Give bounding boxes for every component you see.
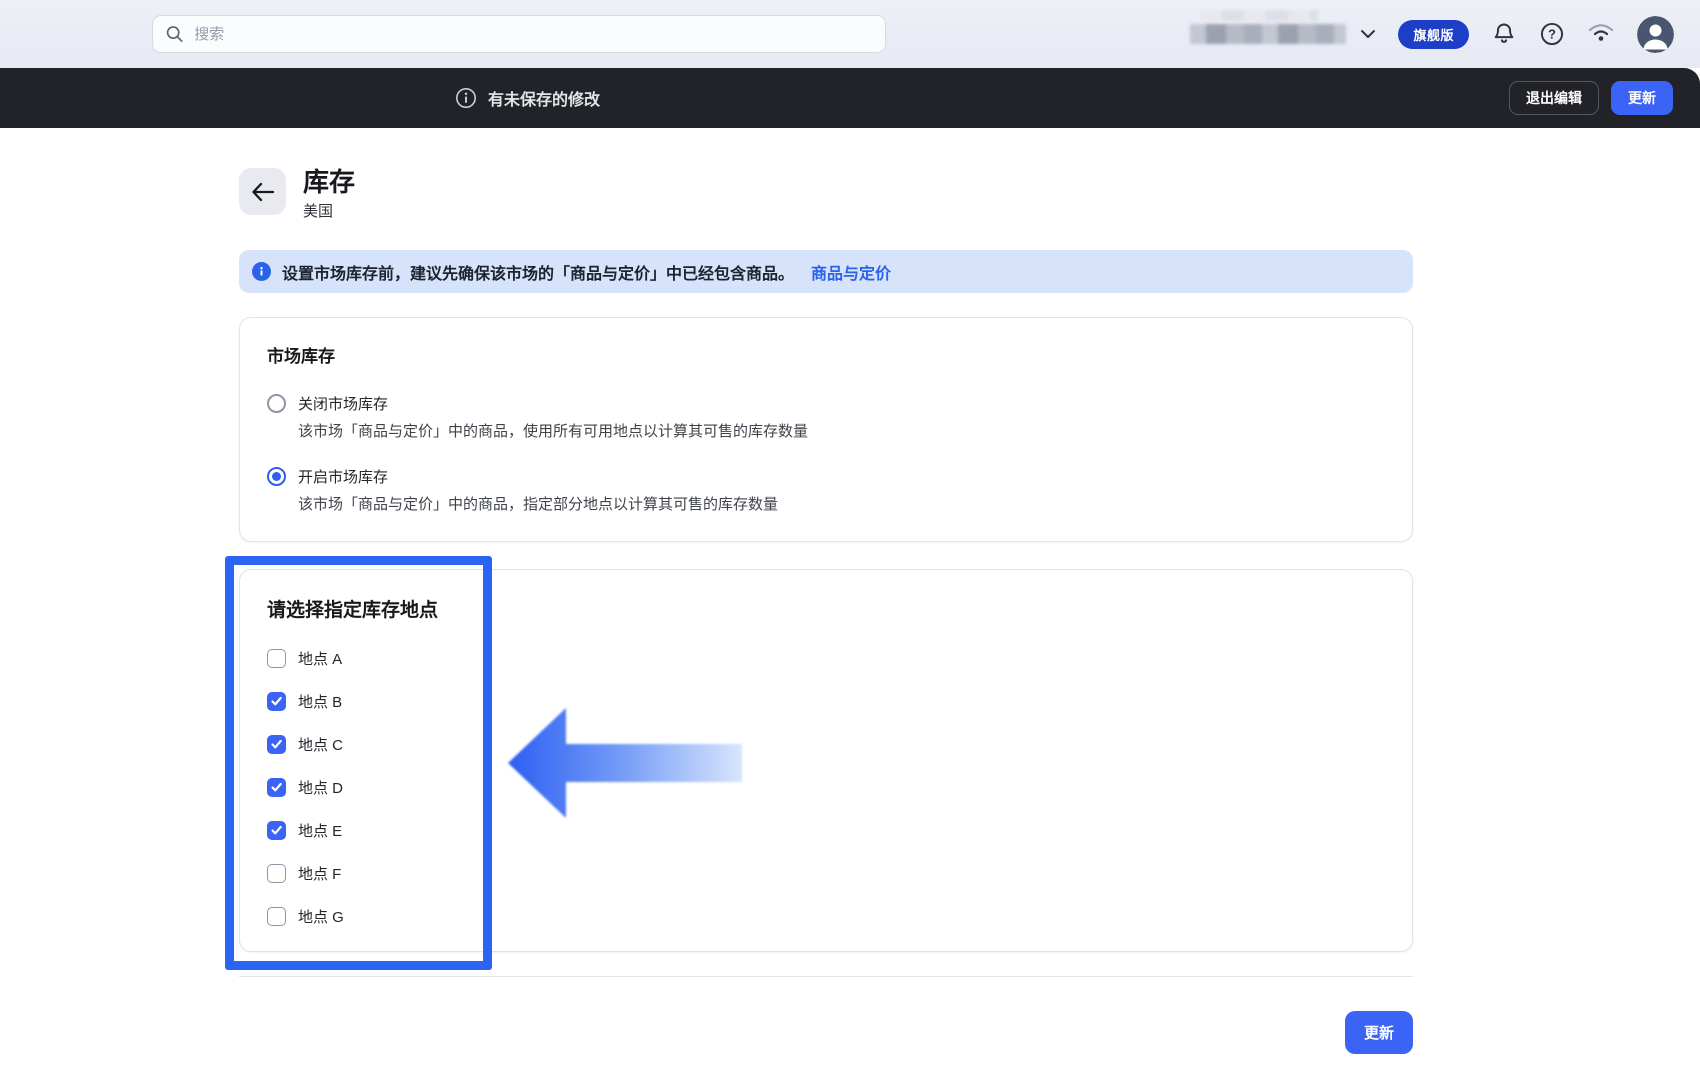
unsaved-changes-message: 有未保存的修改 (455, 86, 600, 110)
topbar-right: 旗舰版 ? (1190, 0, 1674, 68)
page-title: 库存 (303, 167, 356, 197)
store-name-redacted (1190, 10, 1347, 44)
location-checkbox-c[interactable] (267, 734, 286, 754)
radio-enable[interactable] (267, 466, 286, 486)
notifications-button[interactable] (1491, 21, 1517, 47)
radio-enable-label: 开启市场库存 (298, 468, 389, 486)
location-row-a[interactable]: 地点 A (267, 646, 1385, 670)
radio-enable-description: 该市场「商品与定价」中的商品，指定部分地点以计算其可售的库存数量 (298, 496, 779, 513)
location-row-f[interactable]: 地点 F (267, 861, 1385, 885)
check-icon (271, 782, 282, 792)
location-label: 地点 G (298, 908, 344, 926)
wifi-icon (1587, 21, 1615, 47)
save-bar-actions: 退出编辑 更新 (1509, 81, 1673, 115)
store-switcher[interactable] (1190, 10, 1376, 44)
search-icon (166, 26, 183, 43)
banner-info-icon (252, 262, 271, 281)
location-row-e[interactable]: 地点 E (267, 818, 1385, 842)
section-divider (239, 976, 1413, 977)
bell-icon (1494, 23, 1514, 43)
help-icon: ? (1540, 22, 1564, 46)
page-content: 库存 美国 设置市场库存前，建议先确保该市场的「商品与定价」中已经包含商品。 商… (239, 128, 1413, 1054)
banner-text: 设置市场库存前，建议先确保该市场的「商品与定价」中已经包含商品。 (282, 265, 795, 283)
location-label: 地点 B (298, 693, 343, 711)
info-icon (456, 88, 476, 108)
location-label: 地点 A (298, 650, 343, 668)
radio-option-disable-market-inventory[interactable]: 关闭市场库存 (267, 391, 1385, 415)
products-pricing-link[interactable]: 商品与定价 (811, 260, 891, 284)
unsaved-changes-bar: 有未保存的修改 退出编辑 更新 (0, 68, 1700, 128)
location-row-g[interactable]: 地点 G (267, 904, 1385, 928)
help-button[interactable]: ? (1539, 21, 1565, 47)
check-icon (271, 739, 282, 749)
radio-disable-label: 关闭市场库存 (298, 395, 389, 413)
location-row-b[interactable]: 地点 B (267, 689, 1385, 713)
location-checkbox-a[interactable] (267, 648, 286, 668)
account-menu-button[interactable] (1637, 15, 1674, 53)
location-label: 地点 F (298, 865, 342, 883)
locations-card: 请选择指定库存地点 地点 A 地点 B 地点 C 地点 D 地点 E 地点 F … (239, 569, 1413, 952)
location-checkbox-b[interactable] (267, 691, 286, 711)
page-header: 库存 美国 (239, 168, 1413, 221)
update-button[interactable]: 更新 (1345, 1011, 1413, 1054)
svg-text:?: ? (1548, 27, 1556, 42)
footer-actions: 更新 (239, 1011, 1413, 1054)
plan-badge[interactable]: 旗舰版 (1398, 19, 1469, 49)
location-label: 地点 E (298, 822, 343, 840)
info-banner: 设置市场库存前，建议先确保该市场的「商品与定价」中已经包含商品。 商品与定价 (239, 250, 1413, 293)
back-button[interactable] (239, 168, 286, 215)
topbar: 旗舰版 ? (0, 0, 1700, 68)
location-checkbox-f[interactable] (267, 863, 286, 883)
check-icon (271, 696, 282, 706)
location-checkbox-e[interactable] (267, 820, 286, 840)
location-row-c[interactable]: 地点 C (267, 732, 1385, 756)
page-subtitle: 美国 (303, 203, 334, 220)
location-checkbox-d[interactable] (267, 777, 286, 797)
admin-screen: 旗舰版 ? (0, 0, 1700, 1090)
market-inventory-title: 市场库存 (267, 347, 335, 366)
radio-disable-description: 该市场「商品与定价」中的商品，使用所有可用地点以计算其可售的库存数量 (298, 423, 809, 440)
search-input[interactable] (152, 15, 886, 53)
location-label: 地点 C (298, 736, 344, 754)
title-block: 库存 美国 (303, 168, 355, 221)
avatar (1637, 15, 1674, 53)
radio-disable[interactable] (267, 393, 286, 413)
location-checkbox-g[interactable] (267, 906, 286, 926)
locations-card-title: 请选择指定库存地点 (267, 600, 439, 621)
location-label: 地点 D (298, 779, 344, 797)
check-icon (271, 825, 282, 835)
chevron-down-icon (1361, 30, 1376, 38)
location-row-d[interactable]: 地点 D (267, 775, 1385, 799)
search-field[interactable] (192, 24, 873, 44)
radio-option-enable-market-inventory[interactable]: 开启市场库存 (267, 464, 1385, 488)
discard-button[interactable]: 退出编辑 (1509, 81, 1599, 115)
unsaved-changes-text: 有未保存的修改 (488, 92, 601, 109)
save-bar-update-button[interactable]: 更新 (1611, 81, 1673, 115)
market-inventory-card: 市场库存 关闭市场库存 该市场「商品与定价」中的商品，使用所有可用地点以计算其可… (239, 317, 1413, 542)
arrow-left-icon (251, 182, 274, 201)
